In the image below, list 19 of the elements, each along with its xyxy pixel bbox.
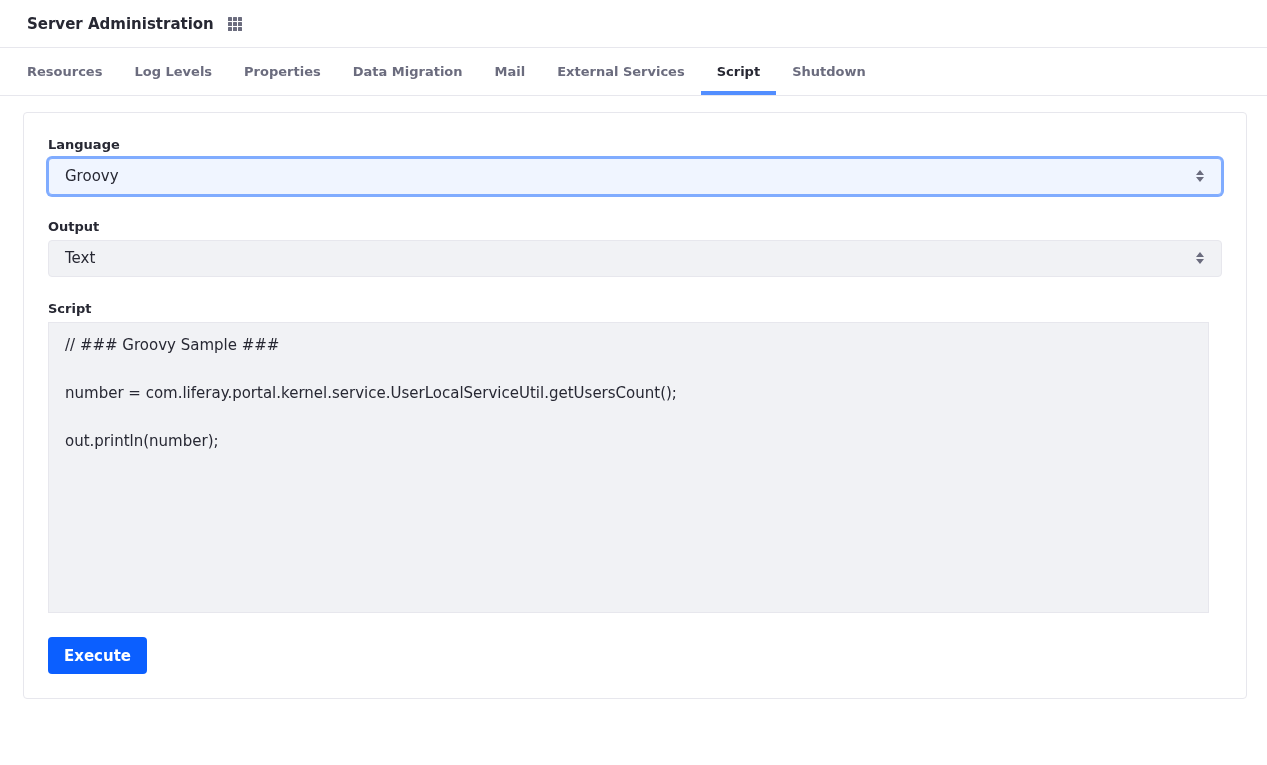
sort-caret-icon xyxy=(1195,251,1205,266)
nav-tab[interactable]: Shutdown xyxy=(776,48,882,95)
sort-caret-icon xyxy=(1195,169,1205,184)
page-title: Server Administration xyxy=(27,14,214,33)
nav-tab[interactable]: Log Levels xyxy=(118,48,229,95)
nav-tab[interactable]: Properties xyxy=(228,48,337,95)
field-label: Language xyxy=(48,137,120,152)
nav-tab[interactable]: External Services xyxy=(541,48,701,95)
nav-tab[interactable]: Mail xyxy=(478,48,542,95)
select-field[interactable]: Groovy xyxy=(48,158,1222,195)
field-label: Output xyxy=(48,218,100,234)
nav-tab[interactable]: Data Migration xyxy=(336,48,479,95)
apps-grid-icon[interactable] xyxy=(227,16,242,31)
execute-button[interactable]: Execute xyxy=(48,637,147,674)
select-field[interactable]: Text xyxy=(48,239,1222,277)
nav-tab[interactable]: Script xyxy=(700,48,777,95)
script-textarea[interactable]: // ### Groovy Sample ### number = com.liferay.portal.kernel.service.UserLocalServiceUtil.getUsersCount(); out.println(number); xyxy=(48,321,1209,614)
field-label: Script xyxy=(48,300,92,316)
nav-tab[interactable]: Resources xyxy=(11,48,119,95)
